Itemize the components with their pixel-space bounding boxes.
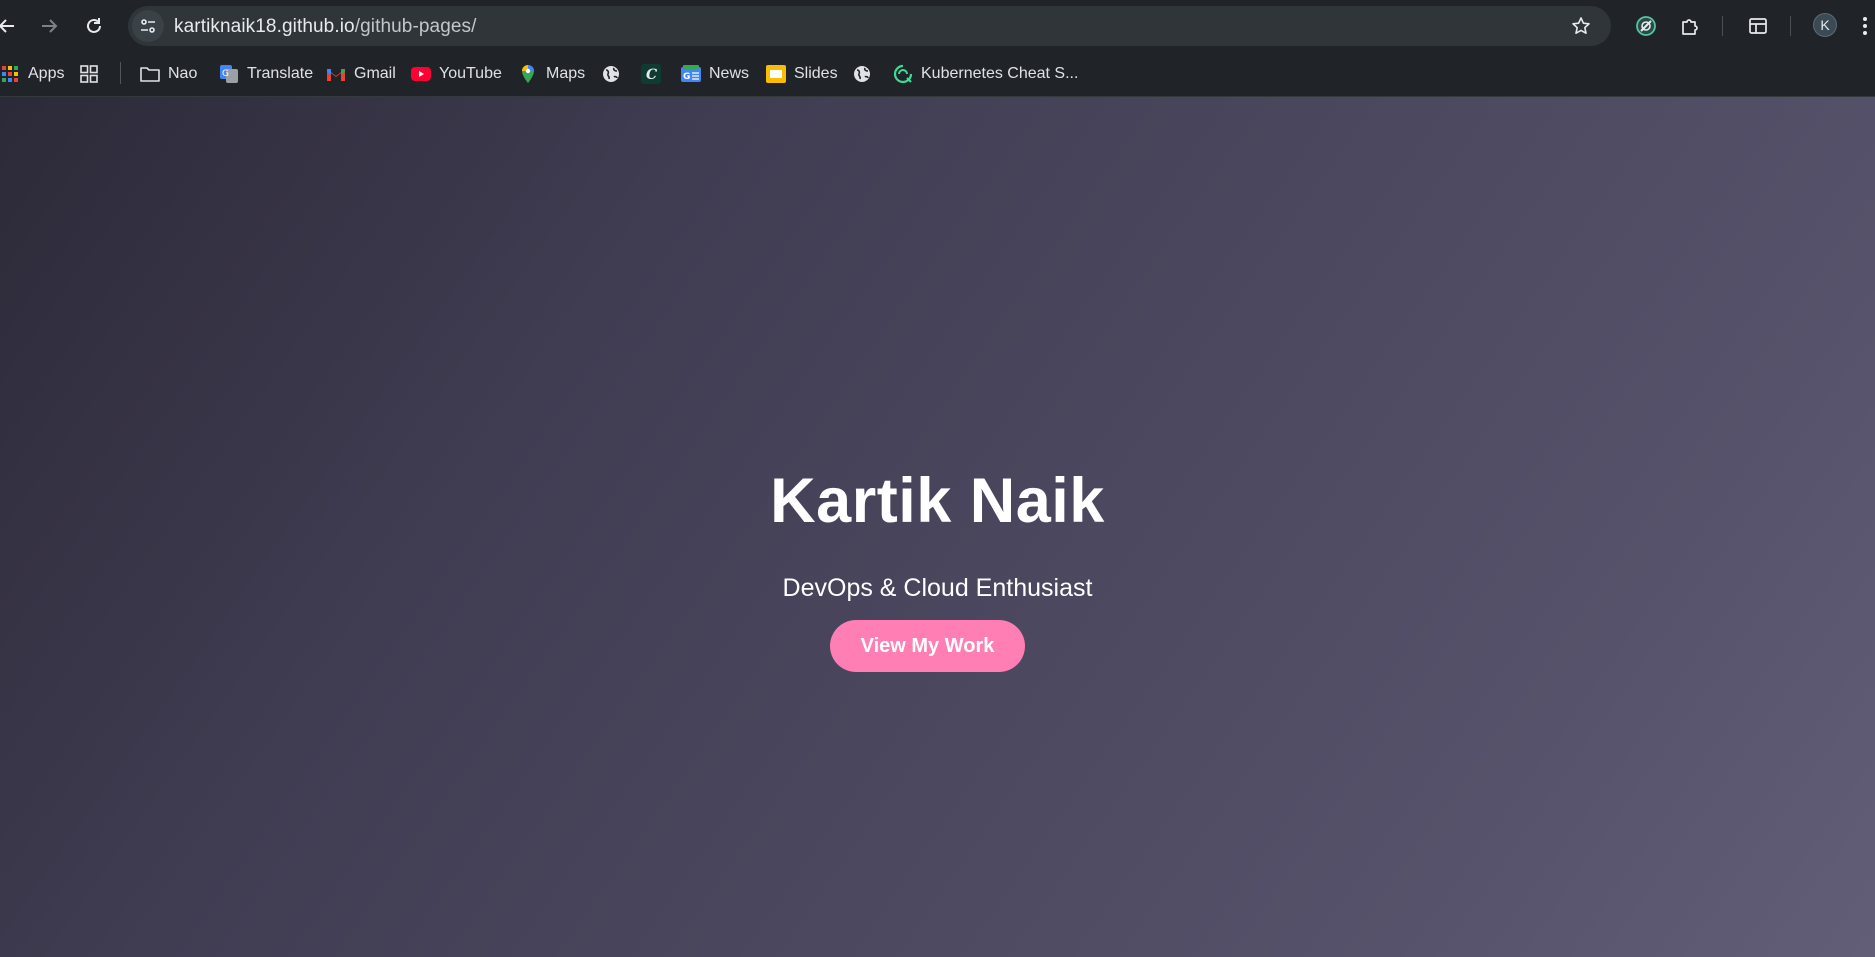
bookmark-maps[interactable]: Maps — [518, 61, 585, 87]
back-arrow-icon[interactable] — [0, 13, 20, 39]
url-host: kartiknaik18.github.io — [174, 16, 355, 37]
forward-arrow-icon[interactable] — [36, 13, 62, 39]
folder-icon — [140, 64, 160, 84]
bookmark-label: News — [709, 65, 750, 82]
hero-title: Kartik Naik — [770, 466, 1105, 536]
bookmark-label: Kubernetes Cheat S... — [921, 65, 1079, 82]
bookmark-gmail[interactable]: Gmail — [326, 61, 396, 87]
bookmark-tab-groups[interactable] — [79, 61, 99, 87]
bookmark-label: Maps — [546, 65, 586, 82]
browser-toolbar: kartiknaik18.github.io/github-pages/ K — [0, 0, 1875, 52]
google-translate-icon: G — [219, 64, 239, 84]
svg-text:G: G — [222, 69, 229, 79]
puzzle-icon[interactable] — [1677, 13, 1703, 39]
google-news-icon: G — [681, 64, 701, 84]
svg-text:C: C — [646, 67, 657, 83]
view-my-work-button[interactable]: View My Work — [830, 620, 1025, 672]
bookmarks-divider — [120, 62, 121, 84]
kebab-menu-icon[interactable] — [1856, 13, 1874, 39]
c-logo-icon: C — [641, 64, 661, 84]
url-text: kartiknaik18.github.io/github-pages/ — [174, 16, 477, 38]
svg-text:G: G — [683, 72, 690, 82]
bookmark-apps[interactable]: Apps — [0, 61, 64, 87]
web-page: Kartik Naik DevOps & Cloud Enthusiast Vi… — [0, 97, 1875, 957]
star-icon[interactable] — [1569, 14, 1593, 38]
gmail-icon — [326, 64, 346, 84]
bookmark-translate[interactable]: G Translate — [219, 61, 313, 87]
bookmark-globe-2[interactable] — [852, 61, 872, 87]
bookmark-c-site[interactable]: C — [641, 61, 661, 87]
bookmark-globe-1[interactable] — [601, 61, 621, 87]
bookmark-label: Apps — [28, 65, 65, 82]
address-bar[interactable]: kartiknaik18.github.io/github-pages/ — [128, 6, 1611, 46]
hero-section: Kartik Naik DevOps & Cloud Enthusiast Vi… — [0, 97, 1875, 957]
apps-grid-icon — [0, 64, 20, 84]
youtube-icon — [411, 64, 431, 84]
site-settings-icon[interactable] — [132, 10, 164, 42]
bookmark-kubernetes[interactable]: Kubernetes Cheat S... — [893, 61, 1078, 87]
bookmark-youtube[interactable]: YouTube — [411, 61, 502, 87]
maps-pin-icon — [518, 64, 538, 84]
profile-avatar[interactable]: K — [1813, 13, 1837, 37]
toolbar-divider — [1722, 16, 1723, 36]
url-path: /github-pages/ — [354, 16, 477, 37]
bookmark-label: YouTube — [439, 65, 502, 82]
globe-icon — [601, 64, 621, 84]
reload-icon[interactable] — [81, 13, 107, 39]
bookmark-news[interactable]: G News — [681, 61, 749, 87]
globe-icon — [852, 64, 872, 84]
side-panel-icon[interactable] — [1745, 13, 1771, 39]
bookmark-label: Nao — [168, 65, 198, 82]
bookmark-label: Slides — [794, 65, 838, 82]
bookmark-folder-nao[interactable]: Nao — [140, 61, 197, 87]
extension-icon[interactable] — [1633, 13, 1659, 39]
slides-icon — [766, 64, 786, 84]
toolbar-divider — [1790, 16, 1791, 36]
bookmark-slides[interactable]: Slides — [766, 61, 838, 87]
bookmark-label: Translate — [247, 65, 314, 82]
hero-subtitle: DevOps & Cloud Enthusiast — [782, 574, 1093, 602]
tab-groups-icon — [79, 64, 99, 84]
kubernetes-icon — [893, 64, 913, 84]
bookmark-label: Gmail — [354, 65, 396, 82]
